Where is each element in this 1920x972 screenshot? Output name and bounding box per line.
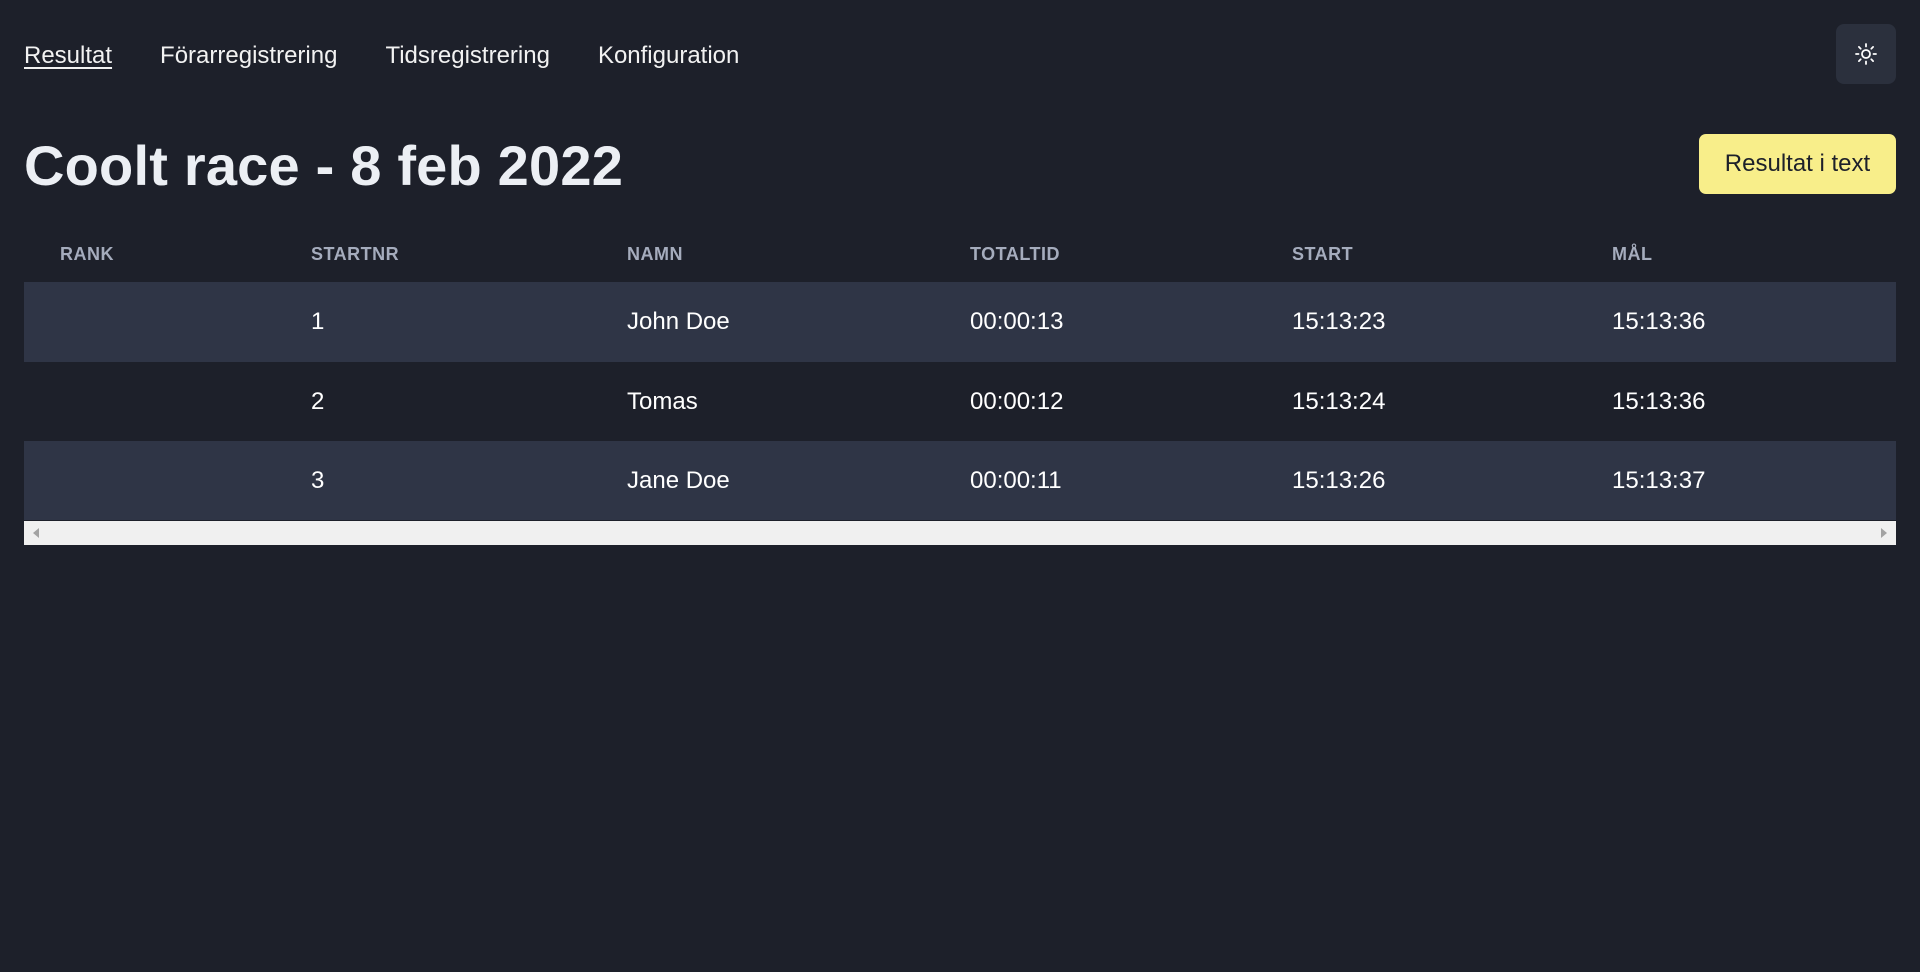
column-header-start: START bbox=[1292, 243, 1354, 264]
nav-item-resultat[interactable]: Resultat bbox=[24, 42, 112, 70]
sun-icon bbox=[1855, 43, 1877, 65]
nav-item-konfiguration[interactable]: Konfiguration bbox=[598, 42, 739, 70]
nav-item-tidsregistrering[interactable]: Tidsregistrering bbox=[385, 42, 550, 70]
cell-totaltid: 00:00:11 bbox=[970, 466, 1062, 494]
cell-mal: 15:13:36 bbox=[1612, 308, 1706, 335]
cell-mal: 15:13:36 bbox=[1612, 387, 1706, 415]
cell-namn: Tomas bbox=[627, 387, 698, 415]
nav-item-forarregistrering[interactable]: Förarregistrering bbox=[160, 42, 337, 70]
cell-start: 15:13:26 bbox=[1292, 466, 1386, 494]
cell-totaltid: 00:00:12 bbox=[970, 387, 1064, 415]
cell-namn: Jane Doe bbox=[627, 466, 730, 494]
cell-mal: 15:13:37 bbox=[1612, 466, 1706, 494]
results-table: RANK STARTNR NAMN TOTALTID START MÅL 1 J… bbox=[24, 226, 1896, 520]
column-header-rank: RANK bbox=[60, 243, 114, 264]
page: Resultat Förarregistrering Tidsregistrer… bbox=[0, 0, 1920, 972]
horizontal-scrollbar[interactable] bbox=[24, 521, 1896, 545]
scroll-left-arrow-icon[interactable] bbox=[33, 528, 39, 538]
cell-rank bbox=[24, 282, 311, 362]
cell-totaltid: 00:00:13 bbox=[970, 308, 1064, 335]
cell-rank bbox=[24, 441, 311, 520]
table-row: 1 John Doe 00:00:13 15:13:23 15:13:36 bbox=[24, 282, 1896, 362]
page-title: Coolt race - 8 feb 2022 bbox=[24, 134, 624, 197]
theme-toggle-button[interactable] bbox=[1836, 24, 1896, 84]
cell-startnr: 1 bbox=[311, 308, 325, 335]
column-header-totaltid: TOTALTID bbox=[970, 243, 1060, 264]
cell-namn: John Doe bbox=[627, 308, 730, 335]
top-nav: Resultat Förarregistrering Tidsregistrer… bbox=[24, 42, 739, 70]
cell-rank bbox=[24, 362, 311, 441]
results-text-button[interactable]: Resultat i text bbox=[1699, 134, 1896, 194]
table-row: 3 Jane Doe 00:00:11 15:13:26 15:13:37 bbox=[24, 441, 1896, 520]
table-row: 2 Tomas 00:00:12 15:13:24 15:13:36 bbox=[24, 362, 1896, 441]
cell-start: 15:13:24 bbox=[1292, 387, 1386, 415]
table-header-row: RANK STARTNR NAMN TOTALTID START MÅL bbox=[24, 226, 1896, 282]
cell-startnr: 3 bbox=[311, 466, 325, 494]
column-header-mal: MÅL bbox=[1612, 243, 1653, 264]
column-header-startnr: STARTNR bbox=[311, 243, 400, 264]
cell-startnr: 2 bbox=[311, 387, 325, 415]
results-table-container: RANK STARTNR NAMN TOTALTID START MÅL 1 J… bbox=[24, 226, 1896, 545]
column-header-namn: NAMN bbox=[627, 243, 683, 264]
cell-start: 15:13:23 bbox=[1292, 308, 1386, 335]
scroll-right-arrow-icon[interactable] bbox=[1881, 528, 1887, 538]
